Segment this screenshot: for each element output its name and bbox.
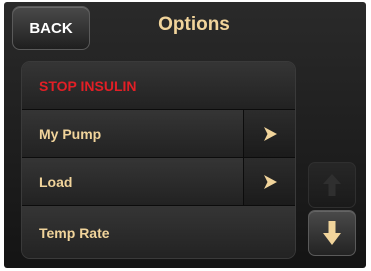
arrow-up-icon (323, 174, 341, 196)
my-pump-arrow-button[interactable] (243, 110, 295, 157)
chevron-right-icon (263, 126, 277, 141)
scroll-up-button[interactable] (308, 162, 356, 208)
scroll-down-button[interactable] (308, 210, 356, 256)
load-arrow-button[interactable] (243, 158, 295, 205)
pump-screen: BACK Options STOP INSULIN My Pump Load T… (4, 2, 366, 268)
back-button[interactable]: BACK (12, 6, 90, 50)
list-item-label: Load (39, 173, 73, 190)
chevron-right-icon (263, 174, 277, 189)
list-item-label: Temp Rate (39, 225, 110, 241)
page-title: Options (158, 14, 230, 35)
arrow-down-icon (323, 221, 341, 245)
stop-insulin-item[interactable]: STOP INSULIN (22, 62, 295, 110)
list-item-label: My Pump (39, 125, 102, 142)
back-button-label: BACK (29, 19, 73, 37)
options-list: STOP INSULIN My Pump Load Temp Rate (21, 61, 296, 259)
load-item[interactable]: Load (22, 158, 295, 206)
list-item-label: STOP INSULIN (39, 77, 137, 94)
temp-rate-item[interactable]: Temp Rate (22, 206, 295, 258)
my-pump-item[interactable]: My Pump (22, 110, 295, 158)
